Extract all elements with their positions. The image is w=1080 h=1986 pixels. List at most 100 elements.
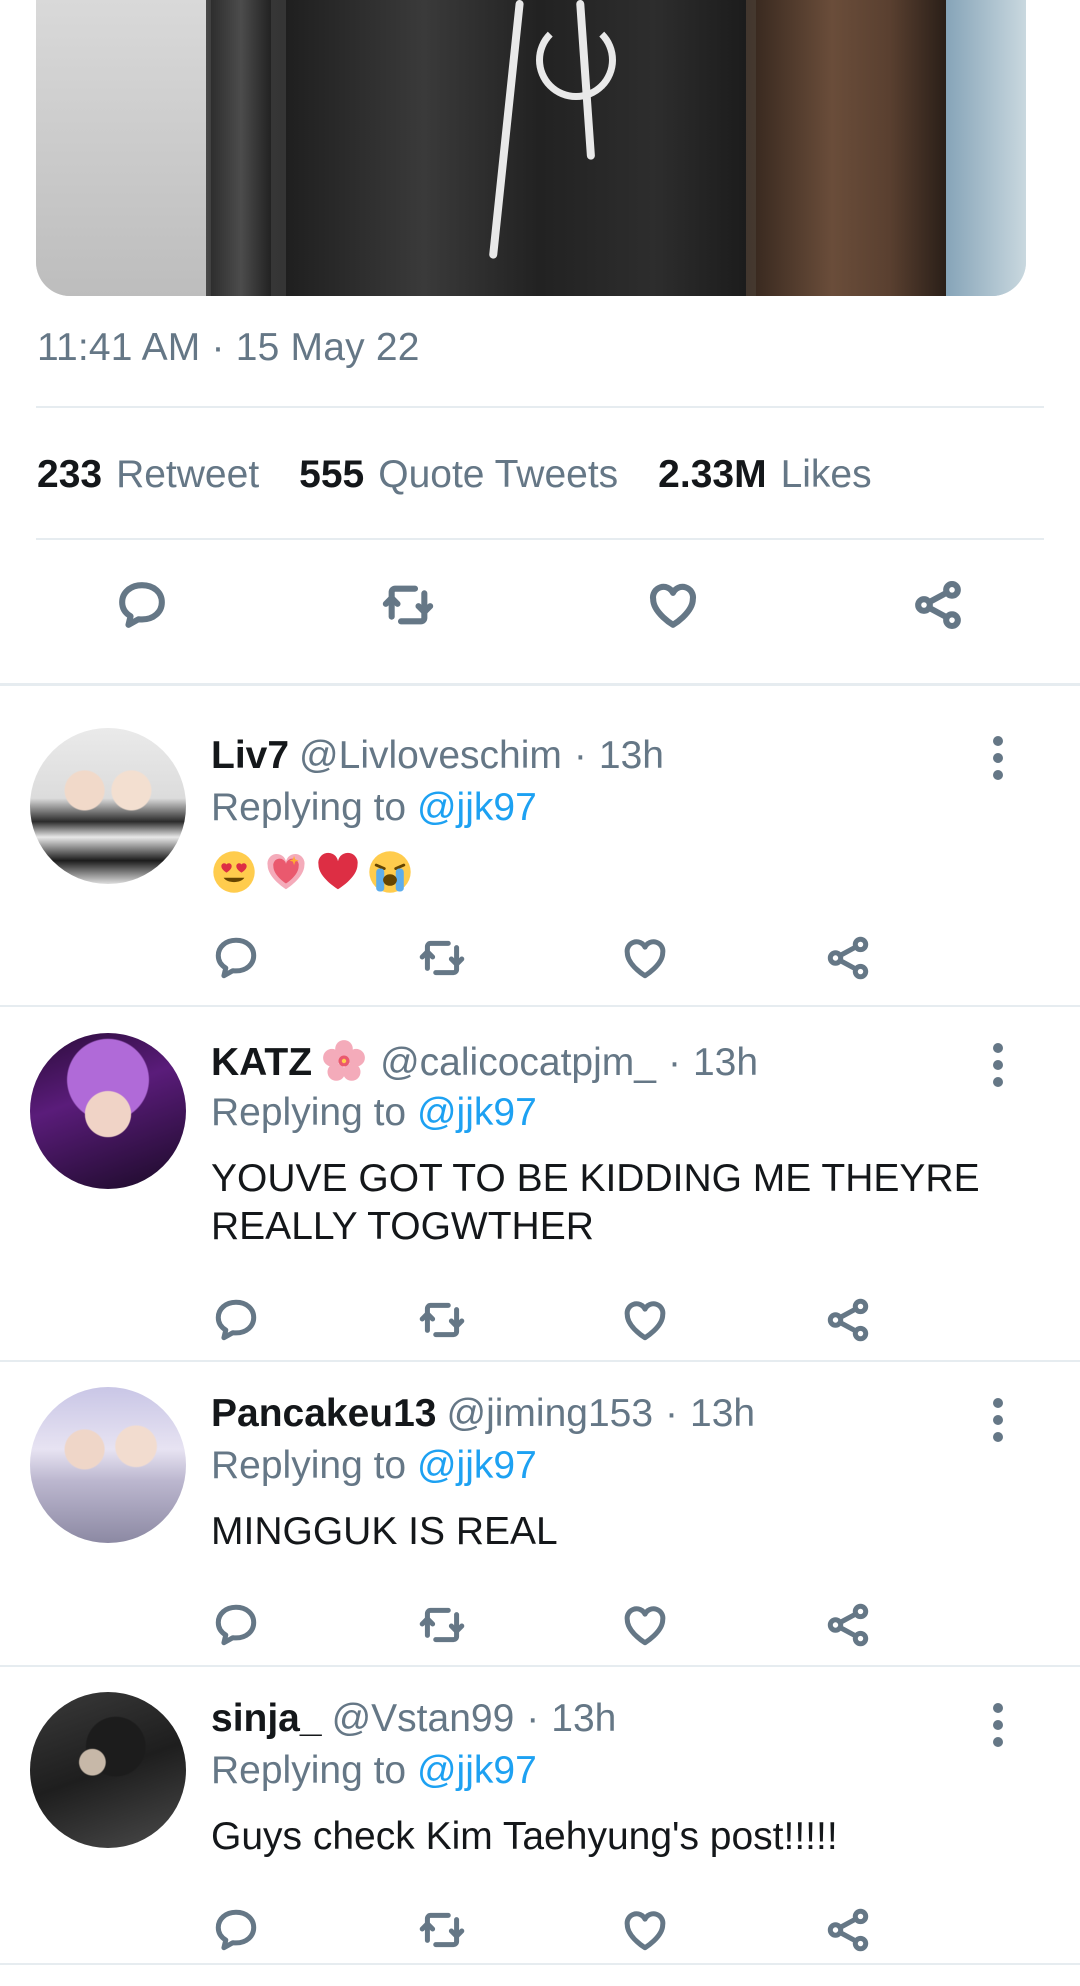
like-button[interactable]	[615, 1595, 675, 1655]
share-button[interactable]	[908, 575, 968, 635]
share-icon	[827, 936, 869, 980]
reply-author-handle[interactable]: @Vstan99	[332, 1697, 515, 1740]
reply-icon	[215, 1299, 257, 1341]
like-count[interactable]: 2.33M Likes	[658, 453, 871, 497]
reply-author-name[interactable]: Pancakeu13	[211, 1392, 437, 1435]
media-detail	[756, 0, 946, 296]
reply-icon	[215, 1909, 257, 1951]
replying-to-handle[interactable]: @jjk97	[417, 1749, 537, 1792]
reply-divider	[0, 1360, 1080, 1362]
avatar[interactable]	[30, 1692, 186, 1848]
like-icon	[624, 939, 666, 979]
reply-text: YOUVE GOT TO BE KIDDING ME THEYRE REALLY…	[211, 1157, 980, 1248]
more-options-button[interactable]	[992, 736, 1004, 780]
tweet-action-bar	[0, 575, 1080, 655]
reply-author-name[interactable]: Liv7	[211, 734, 289, 777]
share-icon	[827, 1298, 869, 1342]
reply-divider	[0, 1005, 1080, 1007]
retweet-icon	[382, 585, 434, 625]
retweet-icon	[419, 1607, 465, 1643]
hibiscus-emoji-icon	[323, 1040, 365, 1081]
tweet-stats: 233 Retweet 555 Quote Tweets 2.33M Likes	[37, 453, 912, 497]
reply-text: Guys check Kim Taehyung's post!!!!!	[211, 1815, 838, 1858]
divider	[36, 538, 1044, 540]
quote-tweet-count[interactable]: 555 Quote Tweets	[299, 453, 618, 497]
avatar[interactable]	[30, 1033, 186, 1189]
retweet-button[interactable]	[412, 1290, 472, 1350]
like-icon	[624, 1911, 666, 1951]
like-button[interactable]	[615, 928, 675, 988]
reply-author-handle[interactable]: @Livloveschim	[299, 734, 562, 777]
like-icon	[650, 583, 696, 628]
like-icon	[624, 1606, 666, 1646]
retweet-button[interactable]	[412, 928, 472, 988]
tweet-media-image[interactable]	[36, 0, 1026, 296]
red-heart-emoji-icon	[318, 852, 358, 889]
share-button[interactable]	[818, 1900, 878, 1960]
loudly-crying-face-emoji-icon	[369, 851, 411, 893]
share-icon	[827, 1603, 869, 1647]
sparkling-heart-emoji-icon	[267, 853, 305, 889]
replying-to-handle[interactable]: @jjk97	[417, 1444, 537, 1487]
reply-icon	[215, 1604, 257, 1646]
like-icon	[624, 1301, 666, 1341]
media-detail	[211, 0, 271, 296]
media-detail	[946, 0, 1026, 296]
share-icon	[827, 1908, 869, 1952]
heart-eyes-emoji-icon	[213, 851, 255, 893]
replying-to: Replying to @jjk97	[211, 786, 537, 829]
avatar[interactable]	[30, 1387, 186, 1543]
replying-to-handle[interactable]: @jjk97	[417, 1091, 537, 1134]
divider	[36, 406, 1044, 408]
reply-icon	[119, 582, 165, 628]
reply-button[interactable]	[112, 575, 172, 635]
like-button[interactable]	[615, 1900, 675, 1960]
reply-time: 13h	[598, 734, 664, 777]
reply-header: sinja_ @Vstan99 · 13h	[211, 1697, 617, 1740]
reply-author-handle[interactable]: @calicocatpjm_	[380, 1041, 656, 1084]
like-button[interactable]	[643, 575, 703, 635]
reply-time: 13h	[690, 1392, 756, 1435]
retweet-icon	[419, 940, 465, 976]
media-detail	[536, 20, 616, 100]
replying-to: Replying to @jjk97	[211, 1444, 537, 1487]
reply-divider	[0, 1665, 1080, 1667]
retweet-button[interactable]	[378, 575, 438, 635]
reply-icon	[215, 937, 257, 979]
reply-button[interactable]	[206, 928, 266, 988]
more-options-button[interactable]	[992, 1398, 1004, 1442]
reply-button[interactable]	[206, 1595, 266, 1655]
reply-button[interactable]	[206, 1900, 266, 1960]
reply-author-name[interactable]: sinja_	[211, 1697, 322, 1740]
reply-button[interactable]	[206, 1290, 266, 1350]
replying-to: Replying to @jjk97	[211, 1091, 537, 1134]
replying-to-handle[interactable]: @jjk97	[417, 786, 537, 829]
reply-header: Liv7 @Livloveschim · 13h	[211, 734, 664, 777]
section-divider	[0, 683, 1080, 686]
share-button[interactable]	[818, 928, 878, 988]
tweet-timestamp: 11:41 AM · 15 May 22	[37, 326, 420, 369]
more-options-button[interactable]	[992, 1043, 1004, 1087]
reply-text	[211, 846, 1031, 895]
like-button[interactable]	[615, 1290, 675, 1350]
share-icon	[915, 580, 961, 630]
retweet-button[interactable]	[412, 1900, 472, 1960]
retweet-count[interactable]: 233 Retweet	[37, 453, 259, 497]
reply-author-name[interactable]: KATZ	[211, 1041, 312, 1084]
reply-time: 13h	[692, 1041, 759, 1084]
share-button[interactable]	[818, 1595, 878, 1655]
reply-author-handle[interactable]: @jiming153	[447, 1392, 654, 1435]
share-button[interactable]	[818, 1290, 878, 1350]
replying-to: Replying to @jjk97	[211, 1749, 537, 1792]
retweet-icon	[419, 1302, 465, 1338]
reply-text: MINGGUK IS REAL	[211, 1510, 558, 1553]
retweet-icon	[419, 1912, 465, 1948]
reply-time: 13h	[551, 1697, 617, 1740]
reply-header: Pancakeu13 @jiming153 · 13h	[211, 1392, 756, 1435]
media-background	[36, 0, 206, 296]
more-options-button[interactable]	[992, 1703, 1004, 1747]
reply-divider	[0, 1963, 1080, 1965]
avatar[interactable]	[30, 728, 186, 884]
reply-header: KATZ @calicocatpjm_ · 13h	[211, 1040, 759, 1084]
retweet-button[interactable]	[412, 1595, 472, 1655]
